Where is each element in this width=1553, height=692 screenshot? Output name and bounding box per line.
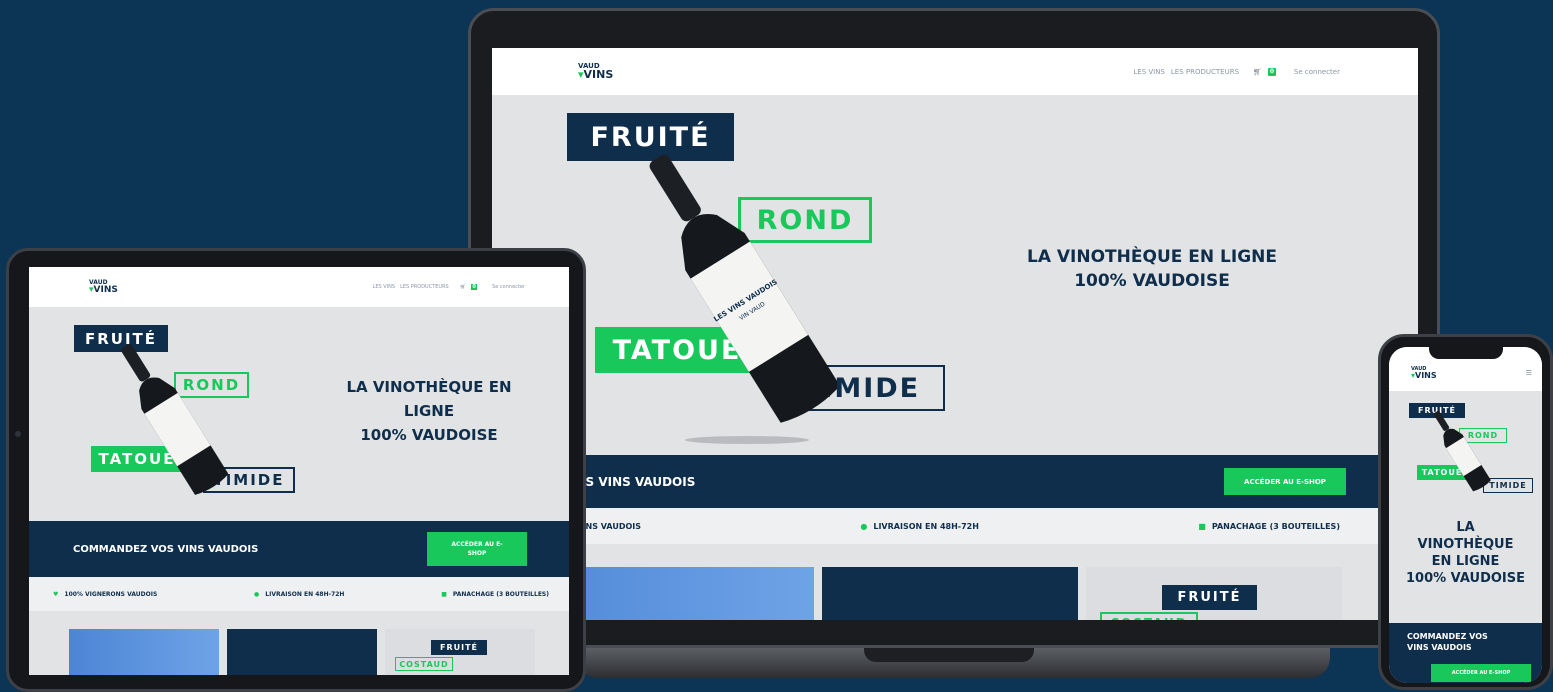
phone-wine-bottle-illustration [1433,410,1491,492]
phone-band-line1: COMMANDEZ VOS [1407,632,1488,641]
phone-bottle-neck [1433,410,1450,431]
tablet-hero-line2: LIGNE [403,402,455,420]
features-bar: ♥100% VIGNERONS VAUDOIS ●LIVRAISON EN 48… [492,508,1418,544]
tablet-bottle-neck [121,344,151,382]
tablet-cart-icon[interactable]: 🛒︎ [460,284,466,290]
tablet-nav-les-producteurs[interactable]: LES PRODUCTEURS [400,284,449,290]
laptop-hinge-notch [864,648,1034,662]
phone-hero-line3: EN LIGNE [1431,554,1500,569]
laptop-device: VAUD ▾VINS LES VINS LES PRODUCTEURS 🛒︎ 0… [468,8,1440,680]
tablet-logo-bottom: ▾VINS [89,284,118,295]
phone-hero: FRUITÉ ROND TATOUÉ TIMIDE LA VINOTHÈQUE … [1389,391,1542,623]
tablet-tile-blue[interactable] [69,629,219,675]
nav-login[interactable]: Se connecter [1294,68,1340,76]
hamburger-menu-icon[interactable]: ≡ [1526,367,1532,379]
phone-device: VAUD ▾VINS ≡ FRUITÉ ROND TATOUÉ TIMIDE L… [1378,334,1553,690]
tablet-bag-icon: ■ [441,590,447,598]
tablet-feature-vignerons: ♥ 100% VIGNERONS VAUDOIS [53,591,157,598]
laptop-screen: VAUD ▾VINS LES VINS LES PRODUCTEURS 🛒︎ 0… [492,48,1418,620]
tablet-hero-line3: 100% VAUDOISE [360,426,498,444]
main-nav: LES VINS LES PRODUCTEURS 🛒︎ 0 Se connect… [1133,67,1340,76]
tablet-order-band-text: COMMANDEZ VOS VINS VAUDOIS [73,543,259,555]
tablet-logo-bottom-text: VINS [93,284,118,295]
phone-order-band: COMMANDEZ VOS VINS VAUDOIS ACCÉDER AU E-… [1389,623,1542,683]
phone-logo-bottom: ▾VINS [1411,370,1437,380]
logo[interactable]: VAUD ▾VINS [578,63,613,80]
wine-bottle-illustration: LES VINS VAUDOIS VIN VAUD [649,154,837,444]
phone-order-band-text: COMMANDEZ VOS VINS VAUDOIS [1407,631,1542,653]
nav-les-vins[interactable]: LES VINS [1133,68,1165,76]
phone-notch [1429,347,1503,359]
phone-logo-bottom-text: VINS [1415,370,1437,380]
tablet-heart-icon: ♥ [53,590,59,598]
tablet-feature-livraison: ● LIVRAISON EN 48H-72H [254,591,344,598]
tablet-nav-login[interactable]: Se connecter [492,284,525,290]
location-pin-icon: ● [860,521,868,531]
tile-product[interactable]: FRUITÉ COSTAUD [1086,567,1342,620]
phone-hero-headline: LA VINOTHÈQUE EN LIGNE 100% VAUDOISE [1389,519,1542,587]
tablet-eshop-button[interactable]: ACCÉDER AU E- SHOP [427,532,527,566]
tablet-feature-panachage-label: PANACHAGE (3 BOUTEILLES) [452,590,549,598]
hero-section: FRUITÉ ROND TATOUÉ TIMIDE LES VINS VAUDO… [492,95,1418,455]
phone-hero-line1: LA [1456,520,1475,535]
tablet-side-button [15,431,21,437]
tablet-screen: VAUD ▾VINS LES VINS LES PRODUCTEURS 🛒︎ 0… [29,267,569,675]
tablet-hero: FRUITÉ ROND TATOUÉ TIMIDE LA VINOTHÈQUE … [29,307,569,521]
tablet-tile-product[interactable]: FRUITÉ COSTAUD [385,629,535,675]
tablet-features-bar: ♥ 100% VIGNERONS VAUDOIS ● LIVRAISON EN 48… [29,577,569,611]
hero-headline: LA VINOTHÈQUE EN LIGNE 100% VAUDOISE [962,245,1342,293]
tablet-location-pin-icon: ● [254,590,260,598]
phone-band-line2: VINS VAUDOIS [1407,643,1472,652]
nav-les-producteurs[interactable]: LES PRODUCTEURS [1171,68,1239,76]
eshop-button[interactable]: ACCÉDER AU E-SHOP [1224,468,1346,495]
bag-icon: ■ [1198,521,1206,531]
bottle-neck [649,154,701,222]
phone-screen: VAUD ▾VINS ≡ FRUITÉ ROND TATOUÉ TIMIDE L… [1389,347,1542,683]
tablet-feature-livraison-label: LIVRAISON EN 48H-72H [265,590,345,598]
tablet-eshop-line1: ACCÉDER AU E- [451,541,503,548]
tablet-hero-headline: LA VINOTHÈQUE EN LIGNE 100% VAUDOISE [309,375,549,447]
tablet-nav: LES VINS LES PRODUCTEURS 🛒︎ 0 Se connect… [373,284,525,290]
logo-bottom-text: VINS [583,67,614,81]
tablet-cart-count-badge[interactable]: 0 [471,284,478,290]
phone-hero-line2: VINOTHÈQUE [1417,537,1514,552]
tablet-tile-navy[interactable] [227,629,377,675]
tablet-hero-line1: LA VINOTHÈQUE EN [346,378,512,396]
cart-icon[interactable]: 🛒︎ [1253,68,1262,76]
tablet-feature-vignerons-label: 100% VIGNERONS VAUDOIS [64,590,158,598]
phone-eshop-button[interactable]: ACCÉDER AU E-SHOP [1431,664,1531,682]
site-header: VAUD ▾VINS LES VINS LES PRODUCTEURS 🛒︎ 0… [492,48,1418,95]
tablet-feature-panachage: ■ PANACHAGE (3 BOUTEILLES) [441,591,549,598]
tablet-eshop-line2: SHOP [467,550,487,557]
feature-panachage: ■ PANACHAGE (3 BOUTEILLES) [1198,522,1340,531]
tablet-site-header: VAUD ▾VINS LES VINS LES PRODUCTEURS 🛒︎ 0… [29,267,569,307]
feature-livraison: ● LIVRAISON EN 48H-72H [860,522,979,531]
bottle-shadow [685,436,809,444]
tablet-device: VAUD ▾VINS LES VINS LES PRODUCTEURS 🛒︎ 0… [6,248,586,692]
phone-hero-line4: 100% VAUDOISE [1405,571,1525,586]
tablet-logo[interactable]: VAUD ▾VINS [89,280,118,295]
cart-count-badge[interactable]: 0 [1267,67,1276,76]
tile-tag-fruite: FRUITÉ [1162,585,1257,610]
tablet-tile-tag-fruite: FRUITÉ [431,640,487,655]
phone-logo[interactable]: VAUD ▾VINS [1411,366,1437,380]
tablet-nav-les-vins[interactable]: LES VINS [373,284,396,290]
tablet-tile-tag-costaud: COSTAUD [395,657,453,671]
tablet-order-band: COMMANDEZ VOS VINS VAUDOIS ACCÉDER AU E-… [29,521,569,577]
feature-panachage-label: PANACHAGE (3 BOUTEILLES) [1211,521,1340,531]
order-band: MMANDEZ VOS VINS VAUDOIS ACCÉDER AU E-SH… [492,455,1418,508]
hero-headline-line1: LA VINOTHÈQUE EN LIGNE [1026,247,1277,267]
tile-tag-costaud: COSTAUD [1100,612,1198,620]
tablet-wine-bottle-illustration [121,344,228,495]
hero-headline-line2: 100% VAUDOISE [1074,271,1230,291]
feature-livraison-label: LIVRAISON EN 48H-72H [873,521,979,531]
logo-bottom: ▾VINS [578,67,614,81]
tile-navy[interactable] [822,567,1078,620]
